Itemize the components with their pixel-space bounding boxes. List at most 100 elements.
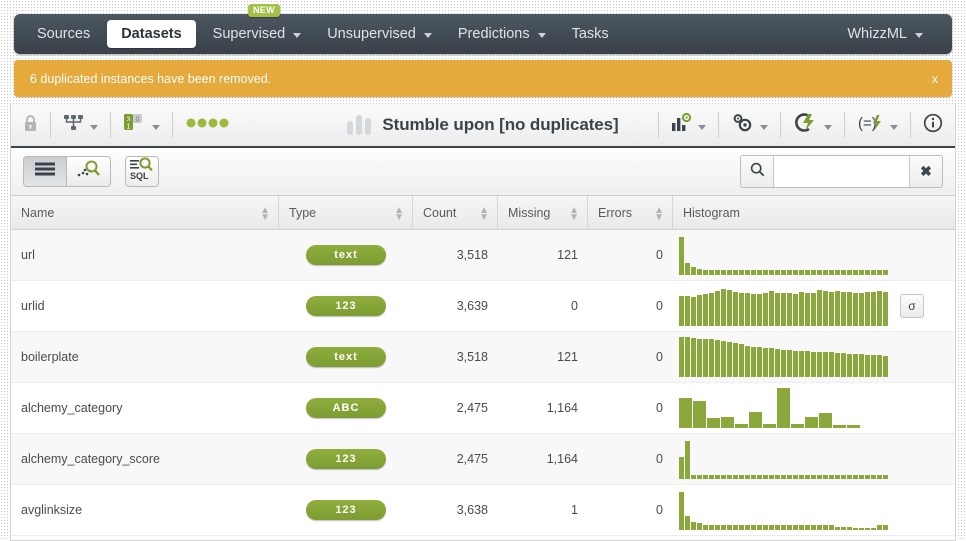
list-view-button[interactable] bbox=[23, 156, 67, 187]
chart-config-icon bbox=[671, 112, 693, 138]
nav-item-datasets[interactable]: Datasets bbox=[107, 20, 196, 48]
field-histogram-cell[interactable] bbox=[673, 434, 955, 484]
script-flash-button[interactable]: (=) bbox=[845, 104, 910, 146]
histogram-bar bbox=[883, 475, 888, 479]
column-header-type[interactable]: Type ▲ ▼ bbox=[279, 196, 413, 229]
histogram-bar bbox=[847, 270, 852, 275]
alert-banner: 6 duplicated instances have been removed… bbox=[14, 60, 952, 97]
column-label-type: Type bbox=[289, 205, 317, 220]
share-tree-button[interactable] bbox=[51, 104, 110, 146]
field-errors-cell: 0 bbox=[656, 401, 663, 415]
sigma-toggle-button[interactable]: σ bbox=[900, 294, 924, 318]
histogram-bar bbox=[733, 270, 738, 275]
sql-search-icon: SQL bbox=[129, 157, 155, 186]
chevron-down-icon bbox=[423, 32, 432, 38]
info-icon bbox=[923, 113, 943, 138]
field-name-cell: alchemy_category bbox=[21, 401, 123, 415]
histogram-bar bbox=[775, 475, 780, 479]
histogram-bar bbox=[829, 352, 834, 377]
histogram-bar bbox=[739, 293, 744, 326]
svg-text:1: 1 bbox=[127, 123, 131, 130]
field-missing-cell: 121 bbox=[557, 248, 578, 262]
histogram-bar bbox=[829, 475, 834, 479]
fields-table-body: url text 3,518 121 0 urlid 123 3,639 0 0 σ boilerpl… bbox=[11, 230, 955, 536]
table-row[interactable]: alchemy_category ABC 2,475 1,164 0 bbox=[11, 383, 955, 434]
histogram-bar bbox=[727, 290, 732, 326]
histogram-bar bbox=[829, 292, 834, 326]
histogram-bar bbox=[799, 270, 804, 275]
field-type-badge: text bbox=[306, 245, 386, 265]
field-type-badge: text bbox=[306, 347, 386, 367]
table-row[interactable]: boilerplate text 3,518 121 0 bbox=[11, 332, 955, 383]
table-row[interactable]: url text 3,518 121 0 bbox=[11, 230, 955, 281]
histogram-bar bbox=[757, 294, 762, 326]
table-row[interactable]: alchemy_category_score 123 2,475 1,164 0 bbox=[11, 434, 955, 485]
histogram-bar bbox=[691, 267, 696, 275]
lock-button[interactable] bbox=[11, 104, 50, 146]
column-header-name[interactable]: Name ▲ ▼ bbox=[11, 196, 279, 229]
field-histogram-cell[interactable] bbox=[673, 332, 955, 382]
table-row[interactable]: urlid 123 3,639 0 0 σ bbox=[11, 281, 955, 332]
clear-search-icon[interactable]: ✖ bbox=[909, 156, 942, 187]
gears-button[interactable] bbox=[719, 104, 780, 146]
new-badge: NEW bbox=[247, 4, 280, 17]
histogram-bar bbox=[841, 270, 846, 275]
nav-item-whizzml[interactable]: WhizzML bbox=[834, 14, 936, 54]
histogram-bar bbox=[805, 270, 810, 275]
table-row[interactable]: avglinksize 123 3,638 1 0 bbox=[11, 485, 955, 536]
scatter-view-button[interactable] bbox=[67, 156, 111, 187]
histogram-bar bbox=[715, 525, 720, 530]
gears-icon bbox=[731, 113, 755, 138]
field-type-badge: ABC bbox=[306, 398, 386, 418]
status-dots-button[interactable] bbox=[173, 104, 245, 146]
field-errors-cell: 0 bbox=[656, 350, 663, 364]
nav-item-predictions[interactable]: Predictions bbox=[445, 14, 559, 54]
histogram-bar bbox=[823, 270, 828, 275]
histogram-bar bbox=[709, 525, 714, 530]
histogram-bar bbox=[817, 525, 822, 530]
nav-item-supervised[interactable]: NEW Supervised bbox=[200, 4, 315, 54]
histogram-bar bbox=[703, 294, 708, 326]
histogram-bar bbox=[847, 292, 852, 326]
histogram-bar bbox=[817, 270, 822, 275]
column-header-count[interactable]: Count ▲ ▼ bbox=[413, 196, 498, 229]
nav-item-unsupervised[interactable]: Unsupervised bbox=[314, 14, 445, 54]
histogram-bar bbox=[877, 475, 882, 479]
chevron-down-icon bbox=[698, 124, 706, 130]
close-icon[interactable]: x bbox=[932, 72, 938, 86]
field-histogram-cell[interactable]: σ bbox=[673, 281, 955, 331]
histogram-bar bbox=[865, 528, 870, 530]
histogram-bar bbox=[763, 270, 768, 275]
search-input[interactable] bbox=[774, 156, 909, 187]
histogram-bar bbox=[679, 398, 692, 428]
chart-config-button[interactable] bbox=[659, 104, 718, 146]
histogram-bar bbox=[721, 417, 734, 428]
histogram-bar bbox=[787, 525, 792, 530]
script-flash-icon: (=) bbox=[857, 113, 885, 138]
nav-label-whizzml: WhizzML bbox=[847, 26, 907, 42]
search-button[interactable] bbox=[741, 156, 774, 187]
flash-model-button[interactable] bbox=[781, 104, 844, 146]
column-header-missing[interactable]: Missing ▲ ▼ bbox=[498, 196, 588, 229]
column-header-errors[interactable]: Errors ▲ ▼ bbox=[588, 196, 673, 229]
field-histogram-cell[interactable] bbox=[673, 383, 955, 433]
field-histogram-cell[interactable] bbox=[673, 485, 955, 535]
histogram-bar bbox=[811, 293, 816, 326]
chevron-down-icon bbox=[890, 124, 898, 130]
histogram-bar bbox=[679, 337, 684, 377]
histogram-bar bbox=[715, 340, 720, 377]
field-histogram-cell[interactable] bbox=[673, 230, 955, 280]
svg-text:(=): (=) bbox=[858, 115, 877, 132]
info-button[interactable] bbox=[911, 104, 955, 146]
sql-view-button[interactable]: SQL bbox=[125, 156, 159, 187]
field-count-cell: 3,518 bbox=[456, 350, 488, 364]
sampling-rate-button[interactable]: 3 0 1 bbox=[111, 104, 172, 146]
histogram-bar bbox=[787, 293, 792, 326]
histogram-bar bbox=[697, 475, 702, 479]
histogram-bar bbox=[735, 424, 748, 428]
histogram-bar bbox=[817, 475, 822, 479]
nav-item-sources[interactable]: Sources bbox=[24, 14, 103, 54]
nav-item-tasks[interactable]: Tasks bbox=[559, 14, 622, 54]
histogram-bar bbox=[751, 294, 756, 326]
histogram-bar bbox=[751, 347, 756, 377]
